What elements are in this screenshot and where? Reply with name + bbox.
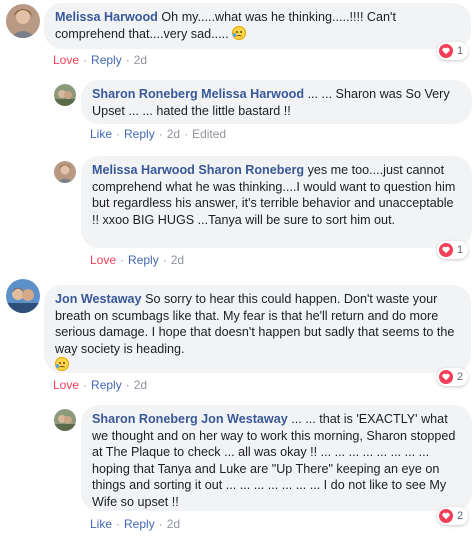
edited-label[interactable]: Edited <box>192 127 226 141</box>
crying-face-icon <box>55 357 69 371</box>
love-button[interactable]: Love <box>53 53 79 67</box>
reply-button[interactable]: Reply <box>128 253 159 267</box>
like-button[interactable]: Like <box>90 127 112 141</box>
love-button[interactable]: Love <box>90 253 116 267</box>
like-button[interactable]: Like <box>90 517 112 531</box>
comment-actions: Love · Reply · 2d <box>53 378 148 392</box>
author-name[interactable]: Sharon Roneberg <box>92 87 198 101</box>
timestamp[interactable]: 2d <box>134 378 147 392</box>
timestamp[interactable]: 2d <box>171 253 184 267</box>
reaction-count[interactable]: 2 <box>437 507 469 525</box>
timestamp[interactable]: 2d <box>134 53 147 67</box>
avatar[interactable] <box>54 409 76 431</box>
love-button[interactable]: Love <box>53 378 79 392</box>
comment-bubble: Jon Westaway So sorry to hear this could… <box>44 285 471 373</box>
comment-text: ... ... that is 'EXACTLY' what we though… <box>92 412 456 509</box>
reply-button[interactable]: Reply <box>91 53 122 67</box>
mentioned-user[interactable]: Jon Westaway <box>201 412 288 426</box>
comment-bubble: Sharon Roneberg Melissa Harwood ... ... … <box>81 80 472 124</box>
author-name[interactable]: Sharon Roneberg <box>92 412 198 426</box>
heart-icon <box>439 370 453 384</box>
heart-icon <box>439 44 453 58</box>
avatar[interactable] <box>6 4 40 38</box>
avatar[interactable] <box>54 161 76 183</box>
author-name[interactable]: Melissa Harwood <box>55 10 158 24</box>
timestamp[interactable]: 2d <box>167 517 180 531</box>
reply-button[interactable]: Reply <box>91 378 122 392</box>
comment-actions: Like · Reply · 2d <box>90 517 181 531</box>
comment-bubble: Melissa Harwood Sharon Roneberg yes me t… <box>81 156 472 248</box>
avatar[interactable] <box>6 279 40 313</box>
comment-actions: Like · Reply · 2d · Edited <box>90 127 227 141</box>
avatar[interactable] <box>54 84 76 106</box>
reaction-number: 1 <box>457 45 464 57</box>
comment-actions: Love · Reply · 2d <box>53 53 148 67</box>
crying-face-icon <box>232 25 247 40</box>
reply-button[interactable]: Reply <box>124 517 155 531</box>
reaction-count[interactable]: 2 <box>437 368 469 386</box>
heart-icon <box>439 509 453 523</box>
reaction-number: 2 <box>457 510 464 522</box>
reaction-count[interactable]: 1 <box>437 241 469 259</box>
author-name[interactable]: Jon Westaway <box>55 292 142 306</box>
comment-bubble: Melissa Harwood Oh my.....what was he th… <box>44 3 471 49</box>
reaction-number: 1 <box>457 244 464 256</box>
reply-button[interactable]: Reply <box>124 127 155 141</box>
comment-bubble: Sharon Roneberg Jon Westaway ... ... tha… <box>81 405 472 511</box>
author-name[interactable]: Melissa Harwood <box>92 163 195 177</box>
timestamp[interactable]: 2d <box>167 127 180 141</box>
mentioned-user[interactable]: Melissa Harwood <box>201 87 304 101</box>
reaction-number: 2 <box>457 371 464 383</box>
heart-icon <box>439 243 453 257</box>
mentioned-user[interactable]: Sharon Roneberg <box>198 163 304 177</box>
reaction-count[interactable]: 1 <box>437 42 469 60</box>
comment-actions: Love · Reply · 2d <box>90 253 185 267</box>
